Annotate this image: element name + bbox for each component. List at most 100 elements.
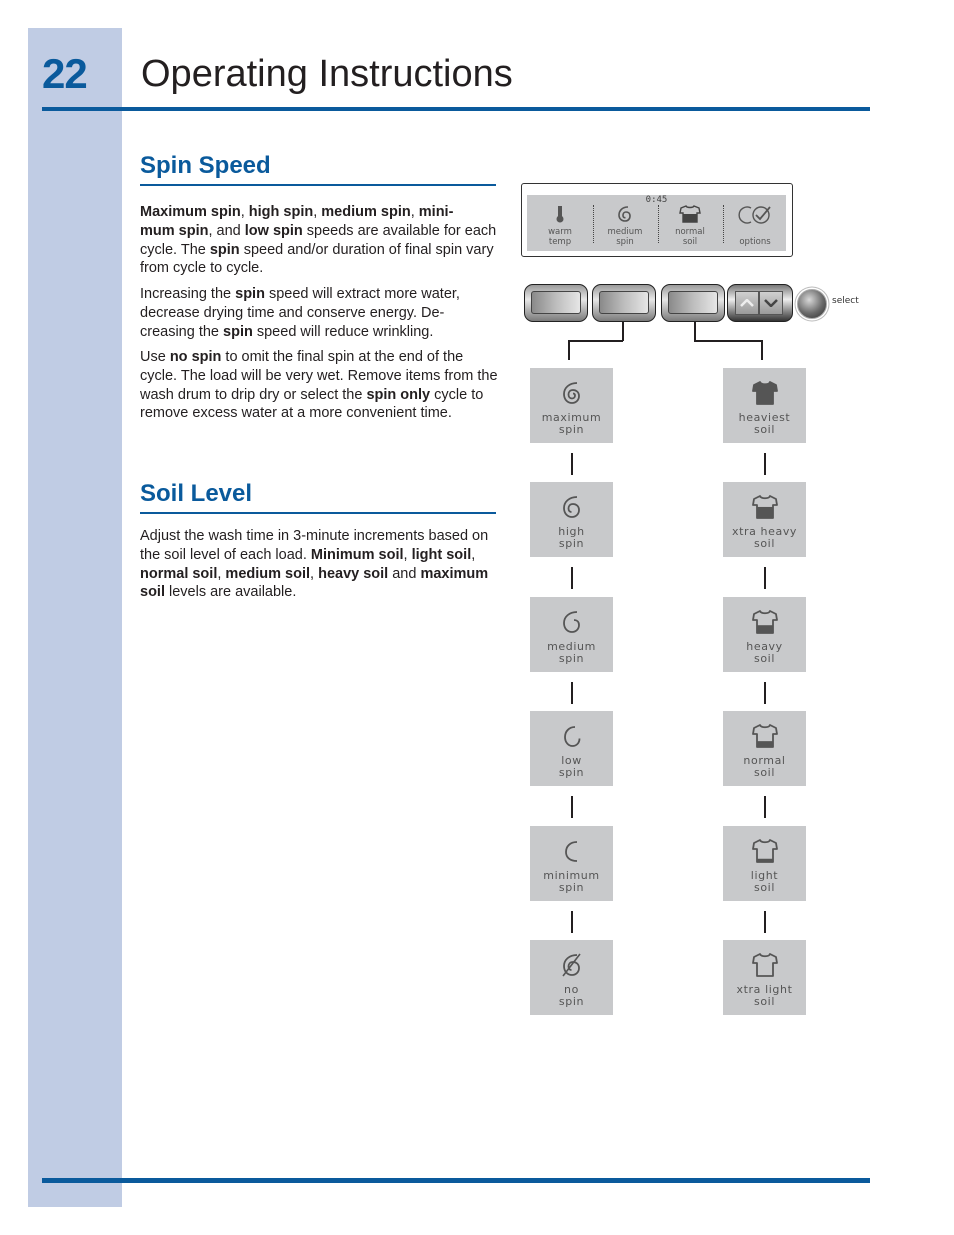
shirt-icon [679, 205, 701, 223]
connector-line [694, 340, 762, 342]
display-label: normal [675, 227, 705, 237]
connector-line [764, 567, 766, 589]
chevron-up-icon [740, 299, 754, 307]
display-cell-temp: warm temp [529, 201, 591, 249]
spin-icon [562, 496, 580, 518]
down-arrow-button[interactable] [759, 291, 783, 315]
soil-button[interactable] [661, 284, 725, 322]
option-tile: normal soil [723, 711, 806, 786]
option-tile: heaviest soil [723, 368, 806, 443]
option-label: xtra light soil [723, 984, 806, 1008]
option-label-line: soil [754, 537, 775, 550]
spin-button[interactable] [592, 284, 656, 322]
display-cell-spin: medium spin [594, 201, 656, 249]
select-label: select [832, 296, 859, 306]
display-label: options [739, 236, 771, 247]
option-label: xtra heavy soil [723, 526, 806, 550]
bold-term: heavy soil [318, 565, 389, 582]
option-label: low spin [530, 755, 613, 779]
no-spin-icon [561, 953, 581, 977]
select-knob[interactable] [797, 289, 827, 319]
text-run: , [471, 546, 476, 563]
option-label: normal soil [723, 755, 806, 779]
text-run: , and [208, 222, 245, 239]
spin-icon [564, 841, 577, 862]
connector-line [571, 682, 573, 704]
display-label: soil [682, 236, 698, 247]
option-tile: xtra heavy soil [723, 482, 806, 557]
connector-line [571, 453, 573, 475]
option-label: maximum spin [530, 412, 613, 436]
connector-line [764, 453, 766, 475]
display-label: temp [548, 236, 572, 247]
text-run: Use [140, 349, 170, 365]
option-label: no spin [530, 984, 613, 1008]
bold-term: spin [209, 241, 240, 258]
bold-term: light soil [411, 546, 472, 563]
connector-line [764, 796, 766, 818]
option-label-line: spin [558, 537, 585, 550]
bold-term: spin [223, 323, 253, 340]
connector-line [571, 567, 573, 589]
text-run: speed will reduce wrinkling. [252, 323, 434, 340]
spin-icon [562, 382, 580, 404]
text-run: , [403, 546, 412, 563]
page-number: 22 [42, 50, 88, 97]
connector-line [764, 911, 766, 933]
paragraph: Use no spin to omit the final spin at th… [140, 348, 500, 423]
option-tile: maximum spin [530, 368, 613, 443]
connector-line [571, 796, 573, 818]
temp-button[interactable] [524, 284, 588, 322]
display-cell-options: options [724, 201, 786, 249]
chevron-down-icon [764, 299, 778, 307]
bold-term: low spin [244, 222, 303, 239]
section-title-spin-speed: Spin Speed [140, 152, 271, 179]
option-label-line: soil [754, 881, 775, 894]
text-run: , [410, 204, 419, 220]
text-run: , [240, 204, 249, 220]
header-rule [42, 107, 870, 111]
options-arrows [727, 284, 793, 322]
option-label: minimum spin [530, 870, 613, 894]
option-label-line: soil [754, 766, 775, 779]
shirt-icon [751, 381, 778, 405]
option-label: high spin [530, 526, 613, 550]
connector-line [694, 322, 696, 341]
bold-term: Minimum soil [310, 546, 404, 563]
shirt-icon [751, 495, 778, 519]
connector-line [568, 340, 623, 342]
text-run: levels are available. [164, 584, 297, 601]
footer-rule [42, 1178, 870, 1183]
thermometer-icon [556, 206, 564, 223]
bold-term: Maximum spin [140, 204, 241, 220]
option-label-line: soil [754, 423, 775, 436]
bold-term: mum spin [140, 222, 209, 239]
options-icon [738, 206, 771, 224]
up-arrow-button[interactable] [735, 291, 759, 315]
option-label-line: spin [558, 995, 585, 1008]
option-tile: high spin [530, 482, 613, 557]
connector-line [571, 911, 573, 933]
option-label: medium spin [530, 641, 613, 665]
option-tile: light soil [723, 826, 806, 901]
option-label: light soil [723, 870, 806, 894]
display-label: spin [616, 236, 634, 247]
section-title-soil-level: Soil Level [140, 480, 253, 507]
option-tile: xtra light soil [723, 940, 806, 1015]
connector-line [622, 322, 624, 341]
option-label-line: soil [754, 652, 775, 665]
bold-term: spin [235, 286, 265, 302]
option-tile: medium spin [530, 597, 613, 672]
option-label-line: spin [558, 766, 585, 779]
bold-term: medium spin [321, 204, 411, 220]
option-label-line: spin [558, 881, 585, 894]
option-label-line: spin [558, 423, 585, 436]
option-tile: minimum spin [530, 826, 613, 901]
section-rule [140, 184, 496, 186]
shirt-icon [751, 724, 778, 748]
option-label: heaviest soil [723, 412, 806, 436]
text-run: and [388, 565, 421, 582]
control-panel-display: 0:45 warm temp medium spin normal soil o… [521, 183, 793, 257]
paragraph: Increasing the spin speed will extract m… [140, 285, 500, 341]
connector-line [761, 340, 763, 360]
